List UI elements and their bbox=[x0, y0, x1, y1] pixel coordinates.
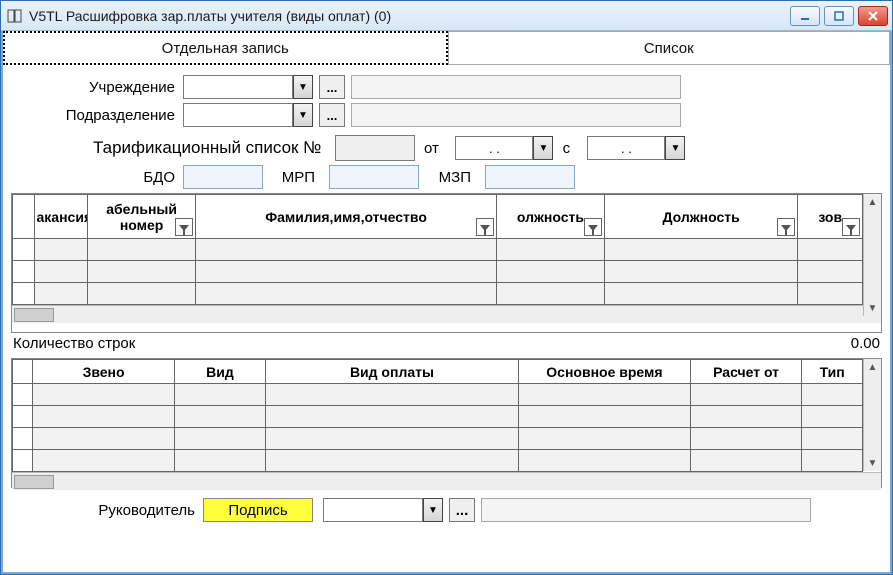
app-icon bbox=[7, 8, 23, 24]
grid-bottom-col-vidoplaty[interactable]: Вид оплаты bbox=[265, 360, 518, 384]
grid-bottom-rowhead bbox=[13, 360, 33, 384]
form-area: Учреждение ▼ ... Подразделение ▼ ... Тар… bbox=[3, 65, 890, 189]
mrp-label: МРП bbox=[263, 169, 323, 186]
division-label: Подразделение bbox=[13, 107, 183, 124]
grid-top-rowhead bbox=[13, 195, 35, 239]
tab-list[interactable]: Список bbox=[448, 31, 891, 65]
filter-button[interactable] bbox=[842, 218, 860, 236]
table-row[interactable] bbox=[13, 406, 863, 428]
table-row[interactable] bbox=[13, 428, 863, 450]
window: V5TL Расшифровка зар.платы учителя (виды… bbox=[0, 0, 893, 575]
scroll-down-icon[interactable]: ▼ bbox=[865, 455, 881, 471]
grid-bottom-col-vid[interactable]: Вид bbox=[174, 360, 265, 384]
rowcount-bar: Количество строк 0.00 bbox=[3, 333, 890, 354]
mzp-label: МЗП bbox=[419, 169, 479, 186]
institution-dropdown-button[interactable]: ▼ bbox=[293, 75, 313, 99]
institution-browse-button[interactable]: ... bbox=[319, 75, 345, 99]
tab-single-record[interactable]: Отдельная запись bbox=[3, 31, 448, 65]
chevron-down-icon: ▼ bbox=[670, 143, 680, 154]
table-row[interactable] bbox=[13, 239, 863, 261]
grid-top-col-tabnumber[interactable]: абельный номер bbox=[88, 195, 196, 239]
grid-top: ▲ ▼ акансия абельный номер Фамил bbox=[11, 193, 882, 333]
institution-label: Учреждение bbox=[13, 79, 183, 96]
grid-bottom-col-osn[interactable]: Основное время bbox=[518, 360, 690, 384]
grid-top-hscroll[interactable] bbox=[12, 305, 881, 323]
maximize-button[interactable] bbox=[824, 6, 854, 26]
date-from-input[interactable]: . . bbox=[455, 136, 533, 160]
rowcount-label: Количество строк bbox=[13, 335, 135, 352]
chevron-down-icon: ▼ bbox=[538, 143, 548, 154]
institution-display bbox=[351, 75, 681, 99]
division-browse-button[interactable]: ... bbox=[319, 103, 345, 127]
bdo-label: БДО bbox=[13, 169, 183, 186]
funnel-icon bbox=[588, 222, 598, 232]
division-combo[interactable] bbox=[183, 103, 293, 127]
leader-display bbox=[481, 498, 811, 522]
funnel-icon bbox=[480, 222, 490, 232]
chevron-down-icon: ▼ bbox=[298, 110, 308, 121]
table-row[interactable] bbox=[13, 450, 863, 472]
mzp-input[interactable] bbox=[485, 165, 575, 189]
window-title: V5TL Расшифровка зар.платы учителя (виды… bbox=[29, 8, 790, 24]
filter-button[interactable] bbox=[584, 218, 602, 236]
chevron-down-icon: ▼ bbox=[298, 82, 308, 93]
scroll-down-icon[interactable]: ▼ bbox=[865, 300, 881, 316]
table-row[interactable] bbox=[13, 283, 863, 305]
filter-button[interactable] bbox=[777, 218, 795, 236]
institution-combo[interactable] bbox=[183, 75, 293, 99]
rowcount-value: 0.00 bbox=[851, 335, 880, 352]
filter-button[interactable] bbox=[175, 218, 193, 236]
s-label: с bbox=[553, 140, 587, 157]
date-to-input[interactable]: . . bbox=[587, 136, 665, 160]
division-display bbox=[351, 103, 681, 127]
leader-combo[interactable] bbox=[323, 498, 423, 522]
funnel-icon bbox=[179, 222, 189, 232]
date-from-dropdown-button[interactable]: ▼ bbox=[533, 136, 553, 160]
table-row[interactable] bbox=[13, 384, 863, 406]
grid-top-col-fio[interactable]: Фамилия,имя,отчество bbox=[195, 195, 496, 239]
grid-bottom-vscroll[interactable]: ▲ ▼ bbox=[863, 359, 881, 471]
grid-top-col-zov[interactable]: зов bbox=[798, 195, 863, 239]
scroll-up-icon[interactable]: ▲ bbox=[865, 194, 881, 210]
leader-dropdown-button[interactable]: ▼ bbox=[423, 498, 443, 522]
grid-top-col-vacancy[interactable]: акансия bbox=[34, 195, 88, 239]
leader-label: Руководитель bbox=[13, 502, 203, 519]
division-dropdown-button[interactable]: ▼ bbox=[293, 103, 313, 127]
from-label: от bbox=[415, 140, 455, 157]
titlebar: V5TL Расшифровка зар.платы учителя (виды… bbox=[1, 1, 892, 31]
grid-bottom: ▲ ▼ Звено Вид Вид оплаты Основное время bbox=[11, 358, 882, 488]
date-to-dropdown-button[interactable]: ▼ bbox=[665, 136, 685, 160]
grid-bottom-col-tip[interactable]: Тип bbox=[802, 360, 863, 384]
grid-top-col-position2[interactable]: Должность bbox=[604, 195, 798, 239]
bdo-input[interactable] bbox=[183, 165, 263, 189]
mrp-input[interactable] bbox=[329, 165, 419, 189]
chevron-down-icon: ▼ bbox=[428, 505, 438, 516]
sign-button[interactable]: Подпись bbox=[203, 498, 313, 522]
window-body: Отдельная запись Список Учреждение ▼ ...… bbox=[1, 31, 892, 574]
grid-bottom-hscroll[interactable] bbox=[12, 472, 881, 490]
funnel-icon bbox=[781, 222, 791, 232]
leader-browse-button[interactable]: ... bbox=[449, 498, 475, 522]
minimize-button[interactable] bbox=[790, 6, 820, 26]
funnel-icon bbox=[846, 222, 856, 232]
tariff-number-input[interactable] bbox=[335, 135, 415, 161]
tab-bar: Отдельная запись Список bbox=[3, 31, 890, 65]
table-row[interactable] bbox=[13, 261, 863, 283]
tariff-label: Тарификационный список № bbox=[13, 138, 329, 158]
grid-bottom-col-raschet[interactable]: Расчет от bbox=[690, 360, 801, 384]
grid-top-col-position1[interactable]: олжность bbox=[497, 195, 605, 239]
scroll-up-icon[interactable]: ▲ bbox=[865, 359, 881, 375]
filter-button[interactable] bbox=[476, 218, 494, 236]
grid-bottom-col-zveno[interactable]: Звено bbox=[33, 360, 175, 384]
grid-top-vscroll[interactable]: ▲ ▼ bbox=[863, 194, 881, 316]
close-button[interactable] bbox=[858, 6, 888, 26]
